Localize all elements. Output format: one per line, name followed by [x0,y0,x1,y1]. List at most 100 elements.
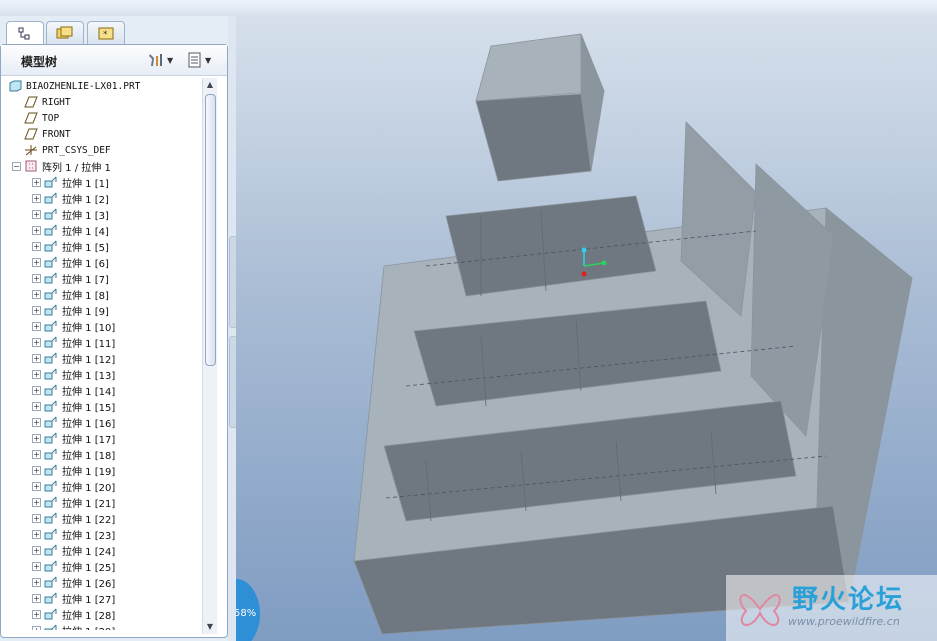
tree-settings-button[interactable]: ▼ [147,50,173,70]
expand-icon[interactable]: + [32,465,41,475]
expand-icon[interactable]: + [32,449,41,459]
tree-item[interactable]: + 拉伸 1 [24] [32,542,115,558]
expand-icon[interactable]: + [32,561,41,571]
expand-icon[interactable]: + [32,289,41,299]
expand-icon[interactable]: + [32,593,41,603]
tree-item[interactable]: + 拉伸 1 [14] [32,382,115,398]
expand-icon[interactable]: + [32,513,41,523]
tree-item[interactable]: + 拉伸 1 [7] [32,270,109,286]
panel-splitter[interactable] [228,16,237,641]
expand-icon[interactable]: + [32,257,41,267]
favorites-icon: * [98,27,114,40]
expand-icon[interactable]: + [32,209,41,219]
expand-icon[interactable]: + [32,225,41,235]
tree-datum-right[interactable]: RIGHT [24,94,71,110]
tree-item-label: 拉伸 1 [28] [62,610,116,622]
tree-item[interactable]: + 拉伸 1 [17] [32,430,115,446]
tab-model-tree[interactable] [6,21,44,45]
tree-item[interactable]: + 拉伸 1 [15] [32,398,115,414]
extrude-icon [44,256,57,268]
expand-icon[interactable]: + [32,369,41,379]
extrude-icon [44,320,57,332]
expand-icon[interactable]: + [32,577,41,587]
tree-scrollbar[interactable]: ▲ ▼ [202,78,217,634]
expand-icon[interactable]: + [32,497,41,507]
watermark-url: www.proewildfire.cn [788,615,900,628]
expand-icon[interactable]: + [32,625,41,630]
pattern-icon [25,160,37,172]
tree-item[interactable]: + 拉伸 1 [11] [32,334,115,350]
tree-item[interactable]: + 拉伸 1 [23] [32,526,115,542]
model-tree: BIAOZHENLIE-LX01.PRT RIGHT TOP FRONT PRT… [4,78,204,630]
tree-item[interactable]: + 拉伸 1 [22] [32,510,115,526]
extrude-icon [44,304,57,316]
tab-favorites[interactable]: * [87,21,125,44]
expand-icon[interactable]: + [32,321,41,331]
expand-icon[interactable]: + [32,273,41,283]
tree-item[interactable]: + 拉伸 1 [9] [32,302,109,318]
extrude-icon [44,384,57,396]
tree-item-label: 拉伸 1 [18] [62,450,116,462]
expand-icon[interactable]: + [32,481,41,491]
graphics-viewport[interactable]: 58% [236,16,937,641]
extrude-icon [44,608,57,620]
tree-item[interactable]: + 拉伸 1 [1] [32,174,109,190]
expand-icon[interactable]: + [32,417,41,427]
expand-icon[interactable]: + [32,385,41,395]
expand-icon[interactable]: + [32,529,41,539]
tree-item[interactable]: + 拉伸 1 [19] [32,462,115,478]
tree-pattern[interactable]: − 阵列 1 / 拉伸 1 [12,158,111,174]
expand-icon[interactable]: + [32,353,41,363]
tree-show-button[interactable]: ▼ [187,50,211,70]
tree-csys[interactable]: PRT_CSYS_DEF [24,142,111,158]
expand-icon[interactable]: + [32,337,41,347]
tree-item[interactable]: + 拉伸 1 [28] [32,606,115,622]
tree-datum-front[interactable]: FRONT [24,126,71,142]
tree-item[interactable]: + 拉伸 1 [25] [32,558,115,574]
expand-icon[interactable]: + [32,241,41,251]
tree-item[interactable]: + 拉伸 1 [21] [32,494,115,510]
scroll-up-icon[interactable]: ▲ [203,78,217,92]
tree-item[interactable]: + 拉伸 1 [5] [32,238,109,254]
chevron-down-icon: ▼ [167,55,174,65]
tree-item[interactable]: + 拉伸 1 [27] [32,590,115,606]
tree-datum-top[interactable]: TOP [24,110,59,126]
coordinate-system-icon [25,145,37,156]
expand-icon[interactable]: + [32,305,41,315]
datum-plane-icon [24,96,38,108]
model-tree-icon [18,27,30,39]
expand-icon[interactable]: + [32,177,41,187]
tree-item[interactable]: + 拉伸 1 [6] [32,254,109,270]
datum-plane-icon [24,128,38,140]
extrude-icon [44,352,57,364]
chevron-down-icon: ▼ [205,55,212,65]
tree-item[interactable]: + 拉伸 1 [18] [32,446,115,462]
expand-icon[interactable]: + [32,609,41,619]
tree-item-label: 拉伸 1 [9] [62,306,109,318]
scroll-down-icon[interactable]: ▼ [203,620,217,634]
tree-item[interactable]: + 拉伸 1 [29] [32,622,115,630]
tree-item[interactable]: + 拉伸 1 [4] [32,222,109,238]
tree-item-label: 拉伸 1 [2] [62,194,109,206]
expand-icon[interactable]: + [32,193,41,203]
tree-item-label: 拉伸 1 [17] [62,434,116,446]
tree-root[interactable]: BIAOZHENLIE-LX01.PRT [8,78,140,94]
expand-icon[interactable]: + [32,545,41,555]
tree-item[interactable]: + 拉伸 1 [13] [32,366,115,382]
tree-item[interactable]: + 拉伸 1 [2] [32,190,109,206]
tree-item-label: 拉伸 1 [1] [62,178,109,190]
tree-item[interactable]: + 拉伸 1 [12] [32,350,115,366]
tree-item[interactable]: + 拉伸 1 [20] [32,478,115,494]
tree-item[interactable]: + 拉伸 1 [26] [32,574,115,590]
extrude-icon [44,464,57,476]
tree-item[interactable]: + 拉伸 1 [8] [32,286,109,302]
tree-item[interactable]: + 拉伸 1 [16] [32,414,115,430]
tree-item-label: 拉伸 1 [23] [62,530,116,542]
expand-icon[interactable]: + [32,401,41,411]
collapse-icon[interactable]: − [12,161,21,171]
tree-item[interactable]: + 拉伸 1 [10] [32,318,115,334]
scroll-thumb[interactable] [205,94,216,366]
expand-icon[interactable]: + [32,433,41,443]
tree-item[interactable]: + 拉伸 1 [3] [32,206,109,222]
tab-folder-browser[interactable] [46,21,84,44]
